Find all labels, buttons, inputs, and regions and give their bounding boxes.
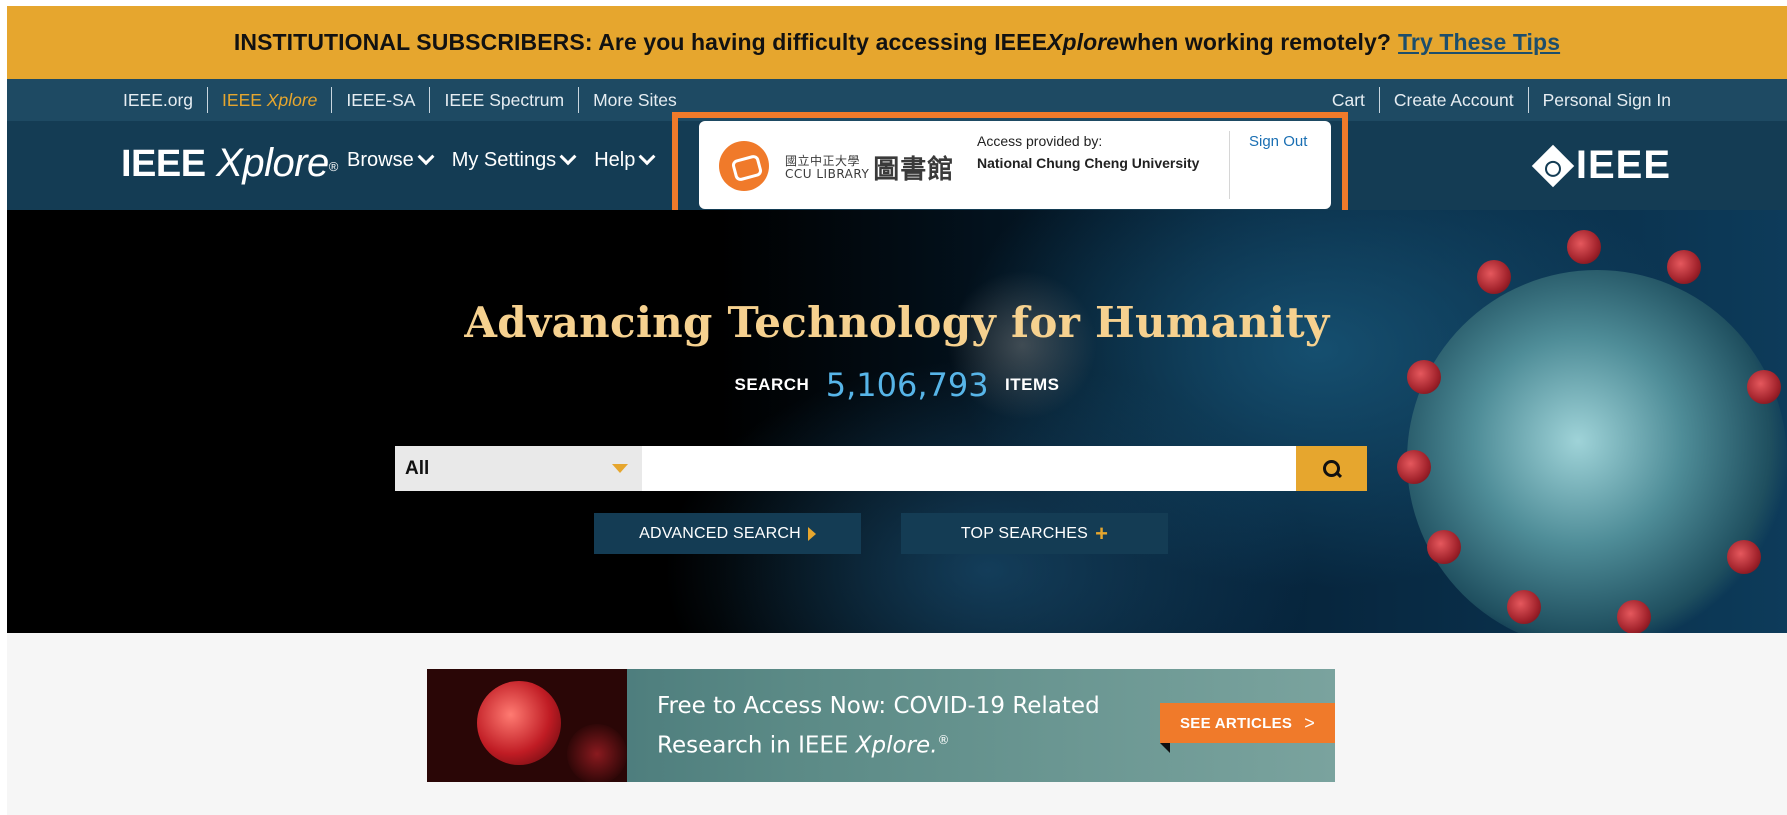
ieee-brand-logo[interactable]: IEEE xyxy=(1531,143,1671,188)
sign-out-link[interactable]: Sign Out xyxy=(1249,133,1307,150)
virus-spike xyxy=(1617,600,1651,633)
virus-spike xyxy=(1667,250,1701,284)
search-icon xyxy=(1322,459,1341,478)
chevron-right-icon: > xyxy=(1304,712,1316,733)
ieee-diamond-icon xyxy=(1531,144,1575,187)
caret-right-icon xyxy=(807,526,816,541)
my-settings-menu[interactable]: My Settings xyxy=(451,147,577,172)
create-account-link[interactable]: Create Account xyxy=(1380,87,1529,113)
top-links-right: Cart Create Account Personal Sign In xyxy=(1332,79,1671,121)
ieee-spectrum-link[interactable]: IEEE Spectrum xyxy=(430,87,580,113)
chevron-down-icon xyxy=(417,147,435,165)
library-name-en: CCU LIBRARY xyxy=(785,166,870,181)
covid-research-banner[interactable]: Free to Access Now: COVID-19 Related Res… xyxy=(427,669,1335,782)
virus-spike xyxy=(1427,530,1461,564)
library-name: 國立中正大學 CCU LIBRARY 圖書館 xyxy=(785,149,954,186)
virus-spike xyxy=(1567,230,1601,264)
hero-section: Advancing Technology for Humanity SEARCH… xyxy=(7,210,1787,633)
banner-line2-prefix: Research in IEEE xyxy=(657,732,856,759)
try-these-tips-link[interactable]: Try These Tips xyxy=(1398,29,1560,56)
library-logo-icon xyxy=(719,141,769,191)
search-button[interactable] xyxy=(1296,446,1367,491)
ieee-sa-link[interactable]: IEEE-SA xyxy=(332,87,431,113)
library-name-zh: 國立中正大學 xyxy=(785,153,861,168)
alert-text-italic: Xplore xyxy=(1047,29,1120,55)
help-label: Help xyxy=(594,149,636,171)
virus-image-shape xyxy=(567,724,627,782)
browse-menu[interactable]: Browse xyxy=(347,147,435,172)
banner-line2: Research in IEEE Xplore.® xyxy=(657,723,1100,763)
virus-spike xyxy=(1397,450,1431,484)
advanced-search-label: ADVANCED SEARCH xyxy=(639,524,801,542)
search-scope-value: All xyxy=(405,457,430,479)
search-bar: All xyxy=(395,446,1367,491)
main-menu: Browse My Settings Help xyxy=(347,147,673,172)
access-provided-label: Access provided by: xyxy=(977,133,1103,149)
ieee-xplore-logo[interactable]: IEEE Xplore® xyxy=(121,141,338,186)
alert-text-prefix: INSTITUTIONAL SUBSCRIBERS: Are you havin… xyxy=(233,29,1048,55)
library-name-small: 國立中正大學 CCU LIBRARY xyxy=(785,153,870,181)
remote-access-alert: INSTITUTIONAL SUBSCRIBERS: Are you havin… xyxy=(7,6,1787,79)
ieee-xplore-link-italic: Xplore xyxy=(266,90,318,110)
help-menu[interactable]: Help xyxy=(594,147,656,172)
my-settings-label: My Settings xyxy=(451,149,557,171)
chevron-down-icon xyxy=(638,147,656,165)
ieee-xplore-link-text: IEEE xyxy=(222,90,267,110)
hero-title: Advancing Technology for Humanity xyxy=(464,298,1330,347)
browse-label: Browse xyxy=(347,149,414,171)
cart-link[interactable]: Cart xyxy=(1332,87,1380,113)
chevron-down-icon xyxy=(559,147,577,165)
see-articles-button[interactable]: SEE ARTICLES > xyxy=(1160,703,1335,743)
logo-registered: ® xyxy=(328,159,339,174)
virus-spike xyxy=(1727,540,1761,574)
banner-text: Free to Access Now: COVID-19 Related Res… xyxy=(657,689,1100,763)
plus-icon: + xyxy=(1095,520,1109,546)
search-count-prefix: SEARCH xyxy=(734,375,810,394)
virus-spike xyxy=(1507,590,1541,624)
caret-down-icon xyxy=(612,464,628,473)
banner-registered: ® xyxy=(937,733,950,747)
banner-line1: Free to Access Now: COVID-19 Related xyxy=(657,693,1100,719)
advanced-search-button[interactable]: ADVANCED SEARCH xyxy=(594,513,861,554)
ieee-xplore-link[interactable]: IEEE Xplore xyxy=(208,87,333,113)
banner-line2-italic: Xplore. xyxy=(855,732,938,759)
virus-image-shape xyxy=(477,681,561,765)
logo-italic: Xplore xyxy=(216,141,329,185)
divider xyxy=(1229,131,1230,199)
top-links-left: IEEE.org IEEE Xplore IEEE-SA IEEE Spectr… xyxy=(123,79,677,121)
item-count: 5,106,793 xyxy=(825,366,989,404)
more-sites-link[interactable]: More Sites xyxy=(579,87,677,113)
search-count-suffix: ITEMS xyxy=(1005,375,1060,394)
library-name-big: 圖書館 xyxy=(873,155,955,185)
logo-bold: IEEE xyxy=(121,143,206,185)
top-searches-label: TOP SEARCHES xyxy=(960,524,1089,542)
virus-spike xyxy=(1477,260,1511,294)
ieee-brand-text: IEEE xyxy=(1575,143,1671,187)
institution-access-card: 國立中正大學 CCU LIBRARY 圖書館 Access provided b… xyxy=(699,121,1331,209)
search-scope-select[interactable]: All xyxy=(395,446,642,491)
top-searches-button[interactable]: TOP SEARCHES + xyxy=(901,513,1168,554)
search-input[interactable] xyxy=(642,446,1296,491)
ieee-org-link[interactable]: IEEE.org xyxy=(123,87,209,113)
search-count: SEARCH 5,106,793 ITEMS xyxy=(7,366,1787,404)
page: INSTITUTIONAL SUBSCRIBERS: Are you havin… xyxy=(0,0,1787,815)
see-articles-label: SEE ARTICLES xyxy=(1179,714,1293,732)
alert-text-suffix: when working remotely? xyxy=(1119,29,1392,55)
button-notch xyxy=(1160,743,1170,753)
covid-virus-image xyxy=(427,669,627,782)
personal-sign-in-link[interactable]: Personal Sign In xyxy=(1529,87,1671,113)
institution-name: National Chung Cheng University xyxy=(977,155,1200,171)
